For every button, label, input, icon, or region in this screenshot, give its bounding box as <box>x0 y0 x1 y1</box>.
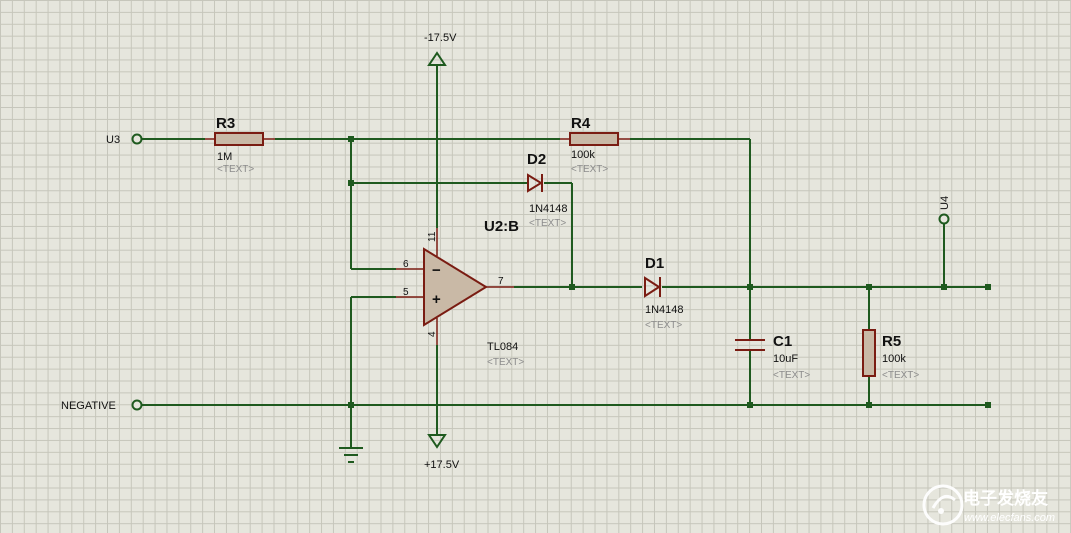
opamp-value: TL084 <box>487 341 518 353</box>
junction-dot <box>348 402 354 408</box>
r5-ref: R5 <box>882 333 901 350</box>
diode-d1[interactable]: D1 1N4148 <TEXT> <box>644 255 684 331</box>
terminal-u3[interactable]: U3 <box>106 133 143 146</box>
junction-dot <box>348 180 354 186</box>
opamp-text: <TEXT> <box>487 357 524 368</box>
capacitor-c1[interactable]: C1 10uF <TEXT> <box>735 333 810 381</box>
c1-text: <TEXT> <box>773 370 810 381</box>
r3-value: 1M <box>217 151 232 163</box>
d2-ref: D2 <box>527 151 546 168</box>
junction-dot <box>569 284 575 290</box>
terminal-u4[interactable]: U4 <box>938 196 951 225</box>
opamp-pin-4: 4 <box>427 331 438 337</box>
watermark-logo-icon <box>922 484 964 526</box>
watermark: 电子发烧友 www.elecfans.com <box>922 484 1055 526</box>
d1-ref: D1 <box>645 255 664 272</box>
r3-text: <TEXT> <box>217 164 254 175</box>
terminal-negative-label: NEGATIVE <box>61 400 116 412</box>
diode-d2[interactable]: D2 1N4148 <TEXT> <box>527 151 568 229</box>
ground-symbol[interactable] <box>339 447 363 463</box>
junction-dot <box>747 284 753 290</box>
power-bottom[interactable]: +17.5V <box>424 434 460 471</box>
resistor-r4[interactable]: R4 100k <TEXT> <box>560 115 630 175</box>
power-top[interactable]: -17.5V <box>424 32 457 66</box>
terminal-u4-label: U4 <box>939 196 951 210</box>
junction-dot <box>985 402 991 408</box>
resistor-r3[interactable]: R3 1M <TEXT> <box>205 115 275 175</box>
junction-dot <box>941 284 947 290</box>
terminal-u3-label: U3 <box>106 134 120 146</box>
junction-dot <box>866 284 872 290</box>
power-top-label: -17.5V <box>424 32 457 44</box>
c1-value: 10uF <box>773 353 798 365</box>
d1-value: 1N4148 <box>645 304 684 316</box>
wires <box>142 65 988 448</box>
terminal-negative[interactable]: NEGATIVE <box>61 399 143 412</box>
resistor-r5[interactable]: R5 100k <TEXT> <box>862 329 919 381</box>
opamp-minus-sign: − <box>432 262 441 279</box>
d2-value: 1N4148 <box>529 203 568 215</box>
opamp-pin-6: 6 <box>403 259 409 270</box>
d1-text: <TEXT> <box>645 320 682 331</box>
r3-ref: R3 <box>216 115 235 132</box>
opamp-pin-5: 5 <box>403 287 409 298</box>
d2-text: <TEXT> <box>529 218 566 229</box>
junction-dot <box>348 136 354 142</box>
watermark-url: www.elecfans.com <box>964 512 1055 524</box>
opamp-ref: U2:B <box>484 218 519 235</box>
power-bottom-label: +17.5V <box>424 459 460 471</box>
r4-ref: R4 <box>571 115 591 132</box>
r5-text: <TEXT> <box>882 370 919 381</box>
junction-dot <box>747 402 753 408</box>
opamp-plus-sign: + <box>432 291 441 308</box>
c1-ref: C1 <box>773 333 792 350</box>
schematic-canvas: U3 NEGATIVE U4 -17.5V +17.5V R3 1M <TEXT… <box>61 32 1055 526</box>
junction-dot <box>866 402 872 408</box>
watermark-cn: 电子发烧友 <box>963 488 1048 509</box>
opamp-pin-7: 7 <box>498 276 504 287</box>
r5-value: 100k <box>882 353 906 365</box>
junction-dot <box>985 284 991 290</box>
opamp-pin-11: 11 <box>427 231 438 242</box>
opamp-u2b[interactable]: − + 6 5 7 11 4 U2:B TL084 <TEXT> <box>396 218 524 368</box>
r4-text: <TEXT> <box>571 164 608 175</box>
r4-value: 100k <box>571 149 595 161</box>
